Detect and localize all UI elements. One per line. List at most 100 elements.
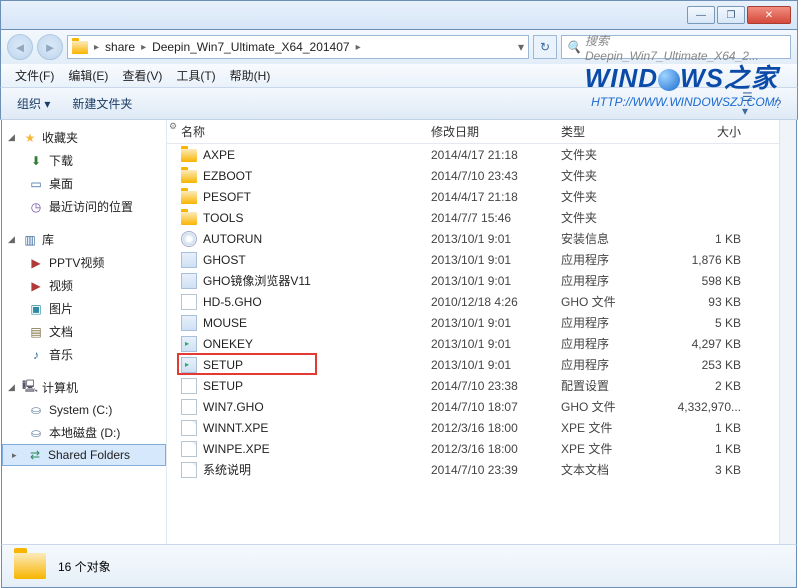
file-type: 文件夹: [561, 188, 671, 205]
sidebar-item-music[interactable]: ♪音乐: [2, 343, 166, 366]
caret-icon: ◢: [8, 382, 18, 393]
file-size: 1 KB: [671, 442, 751, 456]
sidebar-libraries-header[interactable]: ◢ ▥ 库: [2, 228, 166, 251]
file-row[interactable]: MOUSE2013/10/1 9:01应用程序5 KB: [167, 312, 796, 333]
setup-icon: [181, 357, 197, 373]
breadcrumb-item[interactable]: Deepin_Win7_Ultimate_X64_201407: [152, 40, 349, 54]
file-row[interactable]: EZBOOT2014/7/10 23:43文件夹: [167, 165, 796, 186]
new-folder-button[interactable]: 新建文件夹: [64, 92, 140, 115]
address-bar-row: ◄ ► ▸ share ▸ Deepin_Win7_Ultimate_X64_2…: [0, 30, 798, 64]
documents-icon: ▤: [28, 324, 44, 340]
file-name: AXPE: [203, 148, 235, 162]
sidebar-computer-header[interactable]: ◢ 🖳 计算机: [2, 376, 166, 399]
column-headers: 名称 修改日期 类型 大小: [167, 120, 796, 144]
file-date: 2013/10/1 9:01: [431, 232, 561, 246]
file-date: 2014/7/10 23:38: [431, 379, 561, 393]
file-name: TOOLS: [203, 211, 243, 225]
caret-icon: ◢: [8, 132, 18, 143]
sidebar-item-drive-d[interactable]: ⛀本地磁盘 (D:): [2, 421, 166, 444]
file-row[interactable]: GHO镜像浏览器V112013/10/1 9:01应用程序598 KB: [167, 270, 796, 291]
menu-bar: 文件(F) 编辑(E) 查看(V) 工具(T) 帮助(H): [0, 64, 798, 88]
exe-icon: [181, 315, 197, 331]
file-row[interactable]: SETUP2014/7/10 23:38配置设置2 KB: [167, 375, 796, 396]
nav-forward-button[interactable]: ►: [37, 34, 63, 60]
vertical-scrollbar[interactable]: [779, 120, 796, 544]
exe-icon: [181, 252, 197, 268]
file-type: 应用程序: [561, 251, 671, 268]
column-name[interactable]: 名称: [181, 123, 431, 140]
file-row[interactable]: TOOLS 2014/7/7 15:46文件夹: [167, 207, 796, 228]
computer-icon: 🖳: [22, 380, 38, 396]
menu-help[interactable]: 帮助(H): [224, 65, 277, 86]
organize-button[interactable]: 组织 ▾: [9, 92, 58, 115]
refresh-button[interactable]: ↻: [533, 35, 557, 59]
file-type: 文件夹: [561, 209, 671, 226]
file-name: HD-5.GHO: [203, 295, 262, 309]
search-input[interactable]: 🔍 搜索 Deepin_Win7_Ultimate_X64_2...: [561, 35, 791, 59]
file-date: 2014/7/10 18:07: [431, 400, 561, 414]
file-row[interactable]: WIN7.GHO2014/7/10 18:07GHO 文件4,332,970..…: [167, 396, 796, 417]
file-row[interactable]: SETUP2013/10/1 9:01应用程序253 KB: [167, 354, 796, 375]
file-date: 2013/10/1 9:01: [431, 274, 561, 288]
file-row[interactable]: WINNT.XPE2012/3/16 18:00XPE 文件1 KB: [167, 417, 796, 438]
file-type: 应用程序: [561, 272, 671, 289]
file-row[interactable]: HD-5.GHO2010/12/18 4:26GHO 文件93 KB: [167, 291, 796, 312]
sidebar-item-pictures[interactable]: ▣图片: [2, 297, 166, 320]
file-date: 2013/10/1 9:01: [431, 358, 561, 372]
file-icon: [181, 420, 197, 436]
column-size[interactable]: 大小: [671, 123, 751, 140]
file-row[interactable]: GHOST2013/10/1 9:01应用程序1,876 KB: [167, 249, 796, 270]
sidebar-item-drive-c[interactable]: ⛀System (C:): [2, 399, 166, 421]
sidebar-item-videos[interactable]: ▶视频: [2, 274, 166, 297]
close-button[interactable]: ✕: [747, 6, 791, 24]
minimize-button[interactable]: —: [687, 6, 715, 24]
address-bar[interactable]: ▸ share ▸ Deepin_Win7_Ultimate_X64_20140…: [67, 35, 529, 59]
sidebar-label: 计算机: [42, 379, 78, 396]
menu-edit[interactable]: 编辑(E): [62, 65, 114, 86]
sidebar-item-downloads[interactable]: ⬇下载: [2, 149, 166, 172]
menu-view[interactable]: 查看(V): [116, 65, 168, 86]
file-name: MOUSE: [203, 316, 247, 330]
sidebar-label: 收藏夹: [42, 129, 78, 146]
file-row[interactable]: PESOFT2014/4/17 21:18文件夹: [167, 186, 796, 207]
nav-back-button[interactable]: ◄: [7, 34, 33, 60]
desktop-icon: ▭: [28, 176, 44, 192]
file-row[interactable]: AXPE2014/4/17 21:18文件夹: [167, 144, 796, 165]
sidebar-item-desktop[interactable]: ▭桌面: [2, 172, 166, 195]
file-row[interactable]: WINPE.XPE2012/3/16 18:00XPE 文件1 KB: [167, 438, 796, 459]
network-folder-icon: ⇄: [27, 447, 43, 463]
file-date: 2013/10/1 9:01: [431, 316, 561, 330]
file-row[interactable]: AUTORUN2013/10/1 9:01安装信息1 KB: [167, 228, 796, 249]
file-type: 应用程序: [561, 314, 671, 331]
help-button[interactable]: ?: [767, 93, 789, 115]
sidebar-item-pptv[interactable]: ▶PPTV视频: [2, 251, 166, 274]
window-titlebar: — ❐ ✕: [0, 0, 798, 30]
menu-tools[interactable]: 工具(T): [170, 65, 221, 86]
file-name: ONEKEY: [203, 337, 253, 351]
file-list[interactable]: AXPE2014/4/17 21:18文件夹EZBOOT2014/7/10 23…: [167, 144, 796, 544]
search-icon: 🔍: [566, 40, 581, 54]
gho-icon: [181, 294, 197, 310]
file-date: 2014/7/7 15:46: [431, 211, 561, 225]
file-row[interactable]: 系统说明2014/7/10 23:39文本文档3 KB: [167, 459, 796, 480]
sidebar-item-documents[interactable]: ▤文档: [2, 320, 166, 343]
sidebar-item-shared-folders[interactable]: ▸⇄Shared Folders: [2, 444, 166, 466]
download-icon: ⬇: [28, 153, 44, 169]
file-type: 文件夹: [561, 167, 671, 184]
menu-file[interactable]: 文件(F): [9, 65, 60, 86]
file-size: 1 KB: [671, 421, 751, 435]
file-size: 4,332,970...: [671, 400, 751, 414]
view-mode-button[interactable]: ☰ ▾: [741, 93, 763, 115]
file-row[interactable]: ONEKEY2013/10/1 9:01应用程序4,297 KB: [167, 333, 796, 354]
maximize-button[interactable]: ❐: [717, 6, 745, 24]
chevron-right-icon: ▸: [356, 42, 361, 53]
setup-icon: [181, 336, 197, 352]
drive-icon: ⛀: [28, 402, 44, 418]
dropdown-icon[interactable]: ▾: [518, 40, 524, 54]
column-date[interactable]: 修改日期: [431, 123, 561, 140]
column-type[interactable]: 类型: [561, 123, 671, 140]
sidebar-favorites-header[interactable]: ◢ ★ 收藏夹: [2, 126, 166, 149]
file-name: GHO镜像浏览器V11: [203, 272, 311, 289]
breadcrumb-item[interactable]: share: [105, 40, 135, 54]
sidebar-item-recent[interactable]: ◷最近访问的位置: [2, 195, 166, 218]
